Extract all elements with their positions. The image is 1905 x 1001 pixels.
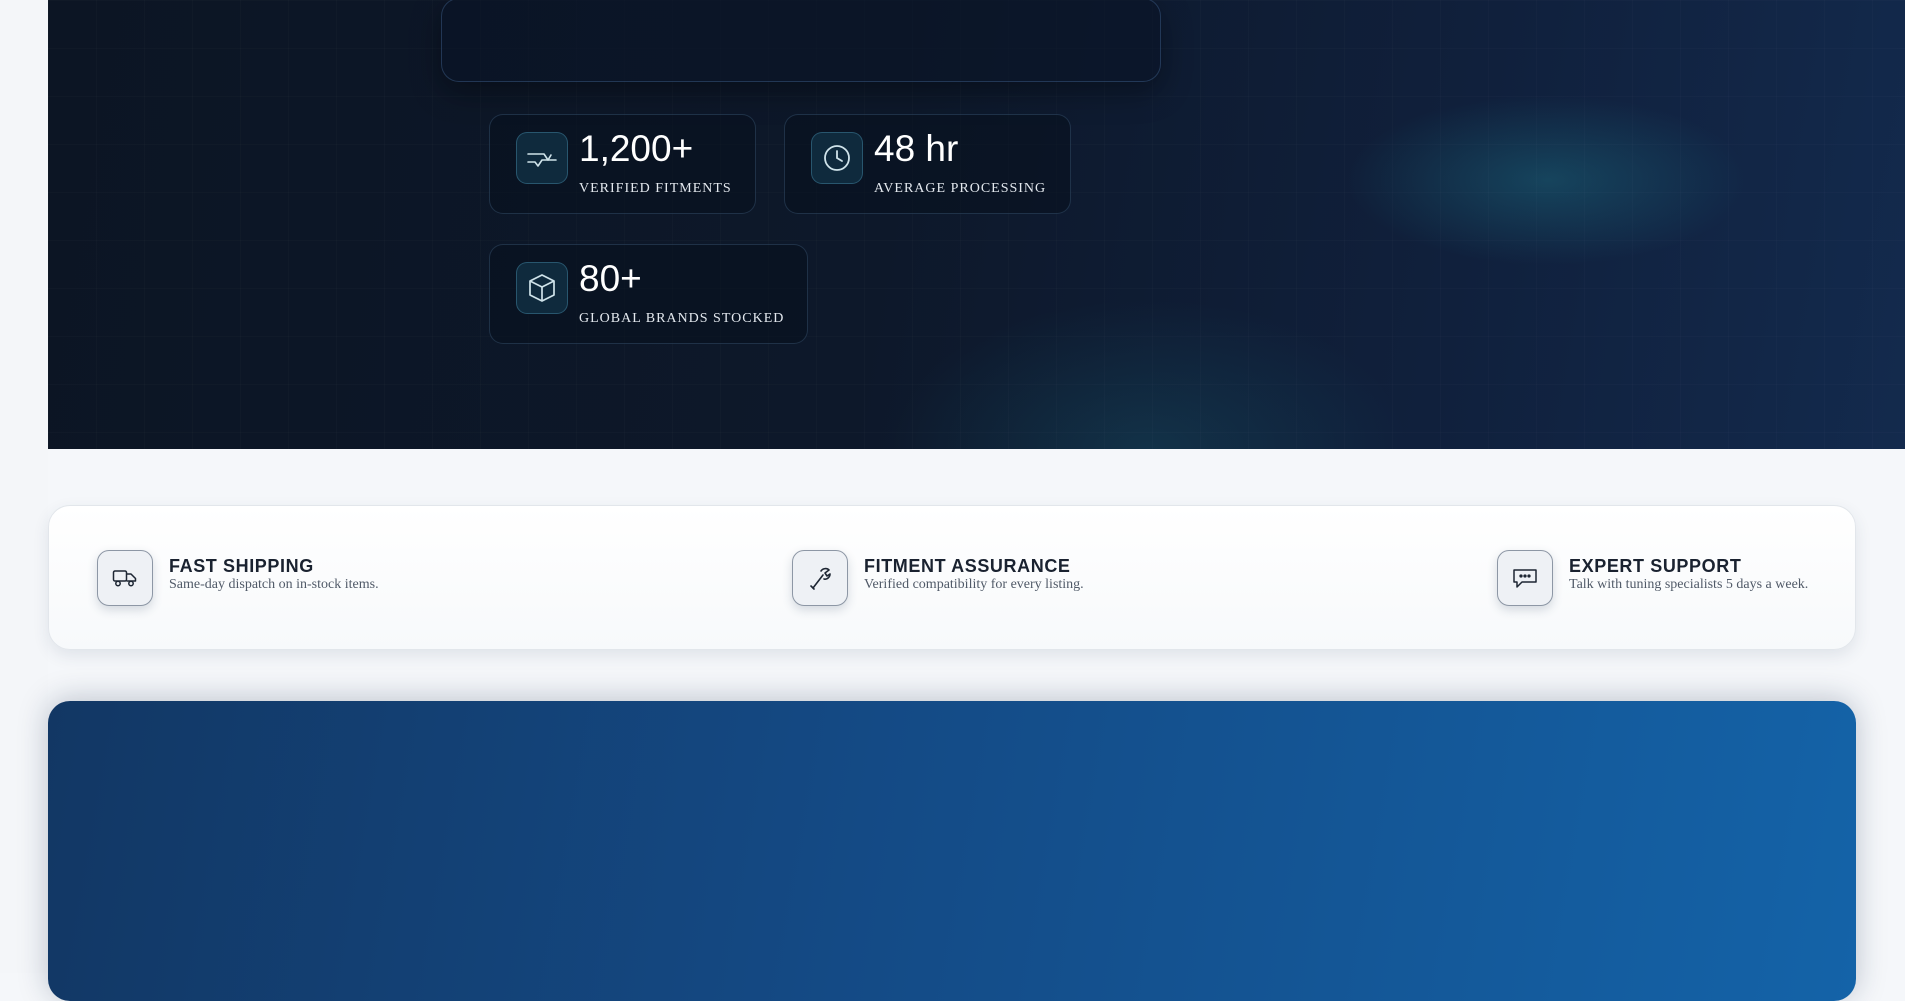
stat-card-processing: 48 hr AVERAGE PROCESSING <box>784 114 1071 214</box>
hero-top-panel <box>441 0 1161 82</box>
box-icon <box>516 262 568 314</box>
feature-description: Same-day dispatch on in-stock items. <box>169 577 379 592</box>
feature-title: EXPERT SUPPORT <box>1569 556 1742 576</box>
wrench-icon <box>792 550 848 606</box>
chat-icon <box>1497 550 1553 606</box>
stat-label: VERIFIED FITMENTS <box>579 181 732 196</box>
stat-value: 1,200+ <box>579 128 694 169</box>
page-left-gutter <box>0 0 48 973</box>
stat-label: AVERAGE PROCESSING <box>874 181 1047 196</box>
fitment-icon <box>516 132 568 184</box>
stat-label: GLOBAL BRANDS STOCKED <box>579 311 785 326</box>
stat-card-fitments: 1,200+ VERIFIED FITMENTS <box>489 114 756 214</box>
feature-description: Verified compatibility for every listing… <box>864 577 1084 592</box>
truck-icon <box>97 550 153 606</box>
stat-value: 48 hr <box>874 128 959 169</box>
feature-title: FITMENT ASSURANCE <box>864 556 1071 576</box>
promo-panel <box>48 701 1856 1001</box>
feature-description: Talk with tuning specialists 5 days a we… <box>1569 577 1809 592</box>
features-strip: FAST SHIPPING Same-day dispatch on in-st… <box>48 505 1856 650</box>
stat-card-brands: 80+ GLOBAL BRANDS STOCKED <box>489 244 808 344</box>
stat-value: 80+ <box>579 258 642 299</box>
clock-icon <box>811 132 863 184</box>
feature-title: FAST SHIPPING <box>169 556 314 576</box>
